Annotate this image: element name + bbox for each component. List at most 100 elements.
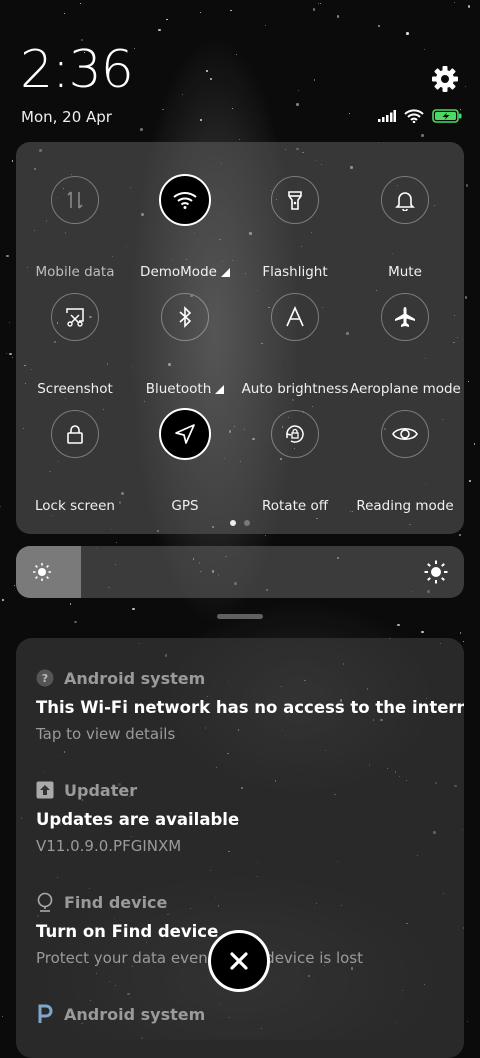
- star: [133, 48, 135, 50]
- star: [336, 15, 340, 18]
- star: [378, 25, 380, 27]
- star: [132, 607, 135, 611]
- star: [349, 112, 351, 114]
- eye-icon: [381, 410, 429, 458]
- star: [166, 18, 168, 21]
- gear-icon[interactable]: [430, 64, 460, 94]
- tile-label: Mobile data: [35, 264, 115, 280]
- star: [464, 86, 467, 88]
- question-icon: ?: [36, 669, 54, 687]
- star: [200, 11, 202, 14]
- location-pin-icon: [36, 892, 54, 912]
- brightness-slider[interactable]: [16, 546, 464, 598]
- star: [264, 535, 267, 537]
- star: [458, 533, 462, 537]
- brightness-low-icon: [33, 563, 51, 581]
- quick-settings-panel: Mobile data DemoMode Flashlight Mute Scr…: [16, 142, 464, 534]
- star: [74, 620, 77, 624]
- star: [79, 3, 82, 5]
- tile-label: GPS: [171, 498, 199, 514]
- notification-app-name: Android system: [64, 668, 206, 688]
- notification-app-name: Find device: [64, 892, 168, 912]
- close-icon: [230, 952, 248, 970]
- star: [397, 623, 400, 627]
- star: [298, 89, 300, 91]
- tile-label: Auto brightness: [241, 381, 349, 397]
- star: [11, 160, 13, 162]
- battery-charging-icon: [432, 109, 462, 123]
- android-p-icon: [36, 1004, 54, 1023]
- tile-aeroplane-mode[interactable]: Aeroplane mode: [350, 283, 462, 397]
- status-bar-icons: [378, 109, 462, 123]
- wifi-icon: [404, 109, 424, 123]
- star: [467, 1021, 469, 1023]
- star: [467, 5, 471, 8]
- star: [421, 134, 424, 137]
- tile-label: DemoMode: [130, 264, 240, 280]
- star: [296, 103, 299, 106]
- bluetooth-icon: [161, 293, 209, 341]
- star: [9, 352, 12, 356]
- signal-icon: [378, 110, 396, 122]
- tile-mobile-data[interactable]: Mobile data: [20, 166, 132, 280]
- tile-demomode[interactable]: DemoMode: [130, 166, 242, 280]
- brightness-high-icon: [424, 560, 448, 584]
- star: [406, 32, 409, 35]
- tile-label: Reading mode: [356, 498, 454, 514]
- notification-app-header: ? Android system: [36, 666, 456, 690]
- notification-panel: ? Android system This Wi-Fi network has …: [16, 638, 464, 1058]
- star: [11, 357, 13, 359]
- tile-screenshot[interactable]: Screenshot: [20, 283, 132, 397]
- svg-text:?: ?: [42, 672, 48, 685]
- star: [0, 505, 2, 507]
- star: [231, 108, 233, 110]
- tile-flashlight[interactable]: Flashlight: [240, 166, 352, 280]
- star: [1, 1015, 3, 1017]
- star: [468, 479, 472, 483]
- tile-gps[interactable]: GPS: [130, 400, 242, 514]
- tile-label: Screenshot: [37, 381, 113, 397]
- star: [63, 13, 66, 15]
- star: [454, 1, 456, 4]
- notification-item[interactable]: Android system: [36, 1002, 456, 1026]
- tile-label: Rotate off: [261, 498, 329, 514]
- airplane-icon: [381, 293, 429, 341]
- star: [465, 184, 469, 187]
- tile-mute[interactable]: Mute: [350, 166, 462, 280]
- notification-app-header: Updater: [36, 778, 456, 802]
- tile-label: Lock screen: [35, 498, 115, 514]
- star: [70, 603, 72, 605]
- tile-label: Mute: [388, 264, 422, 280]
- date: Mon, 20 Apr: [21, 108, 112, 126]
- tile-label: Aeroplane mode: [350, 381, 461, 397]
- star: [319, 3, 322, 5]
- tile-rotate-off[interactable]: Rotate off: [240, 400, 352, 514]
- tile-label: Bluetooth: [130, 381, 240, 397]
- tile-bluetooth[interactable]: Bluetooth: [130, 283, 242, 397]
- clear-all-button[interactable]: [208, 930, 270, 992]
- star: [473, 443, 476, 445]
- notification-title: Updates are available: [36, 810, 240, 829]
- star: [5, 353, 7, 355]
- notification-app-name: Android system: [64, 1004, 206, 1024]
- drag-handle[interactable]: [217, 614, 263, 619]
- notification-item[interactable]: ? Android system This Wi-Fi network has …: [36, 666, 464, 744]
- page-dot-active[interactable]: [230, 520, 236, 526]
- rotate-lock-icon: [271, 410, 319, 458]
- star: [9, 321, 11, 323]
- star: [6, 254, 9, 258]
- page-dot[interactable]: [244, 520, 250, 526]
- notification-body: V11.0.9.0.PFGINXM: [36, 837, 182, 855]
- upload-arrow-icon: [36, 781, 54, 799]
- triangle-menu-icon: [220, 268, 230, 277]
- tile-auto-brightness[interactable]: Auto brightness: [240, 283, 352, 397]
- star: [459, 632, 461, 634]
- tile-lock-screen[interactable]: Lock screen: [20, 400, 132, 514]
- notification-app-header: Find device: [36, 890, 456, 914]
- star: [462, 641, 464, 643]
- star: [158, 28, 161, 32]
- screenshot-icon: [51, 293, 99, 341]
- star: [205, 69, 208, 73]
- notification-item[interactable]: Updater Updates are available V11.0.9.0.…: [36, 778, 456, 856]
- tile-reading-mode[interactable]: Reading mode: [350, 400, 462, 514]
